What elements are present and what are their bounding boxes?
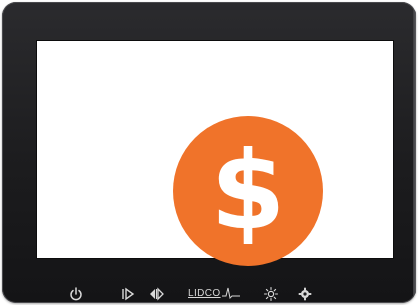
input-source-button[interactable] [120, 286, 136, 302]
dollar-symbol: $ [210, 129, 285, 254]
monitor-screen: $ [37, 41, 393, 266]
power-button[interactable] [68, 286, 84, 302]
photo-scene: $ LIDCO [0, 0, 420, 305]
control-button-bar: LIDCO [0, 282, 420, 305]
brand-logo: LIDCO [188, 284, 240, 302]
settings-button[interactable] [297, 286, 313, 302]
bezel-edge [413, 10, 416, 295]
settings-icon [298, 287, 312, 301]
brightness-icon [263, 286, 279, 302]
monitor-bezel: $ [2, 2, 416, 303]
brightness-button[interactable] [263, 286, 279, 302]
input-source-icon [122, 287, 135, 301]
menu-icon [150, 287, 164, 301]
dollar-coin-icon: $ [173, 116, 323, 266]
menu-button[interactable] [148, 286, 164, 302]
waveform-icon [221, 287, 240, 299]
brand-name: LIDCO [188, 287, 221, 299]
power-icon [70, 287, 82, 301]
